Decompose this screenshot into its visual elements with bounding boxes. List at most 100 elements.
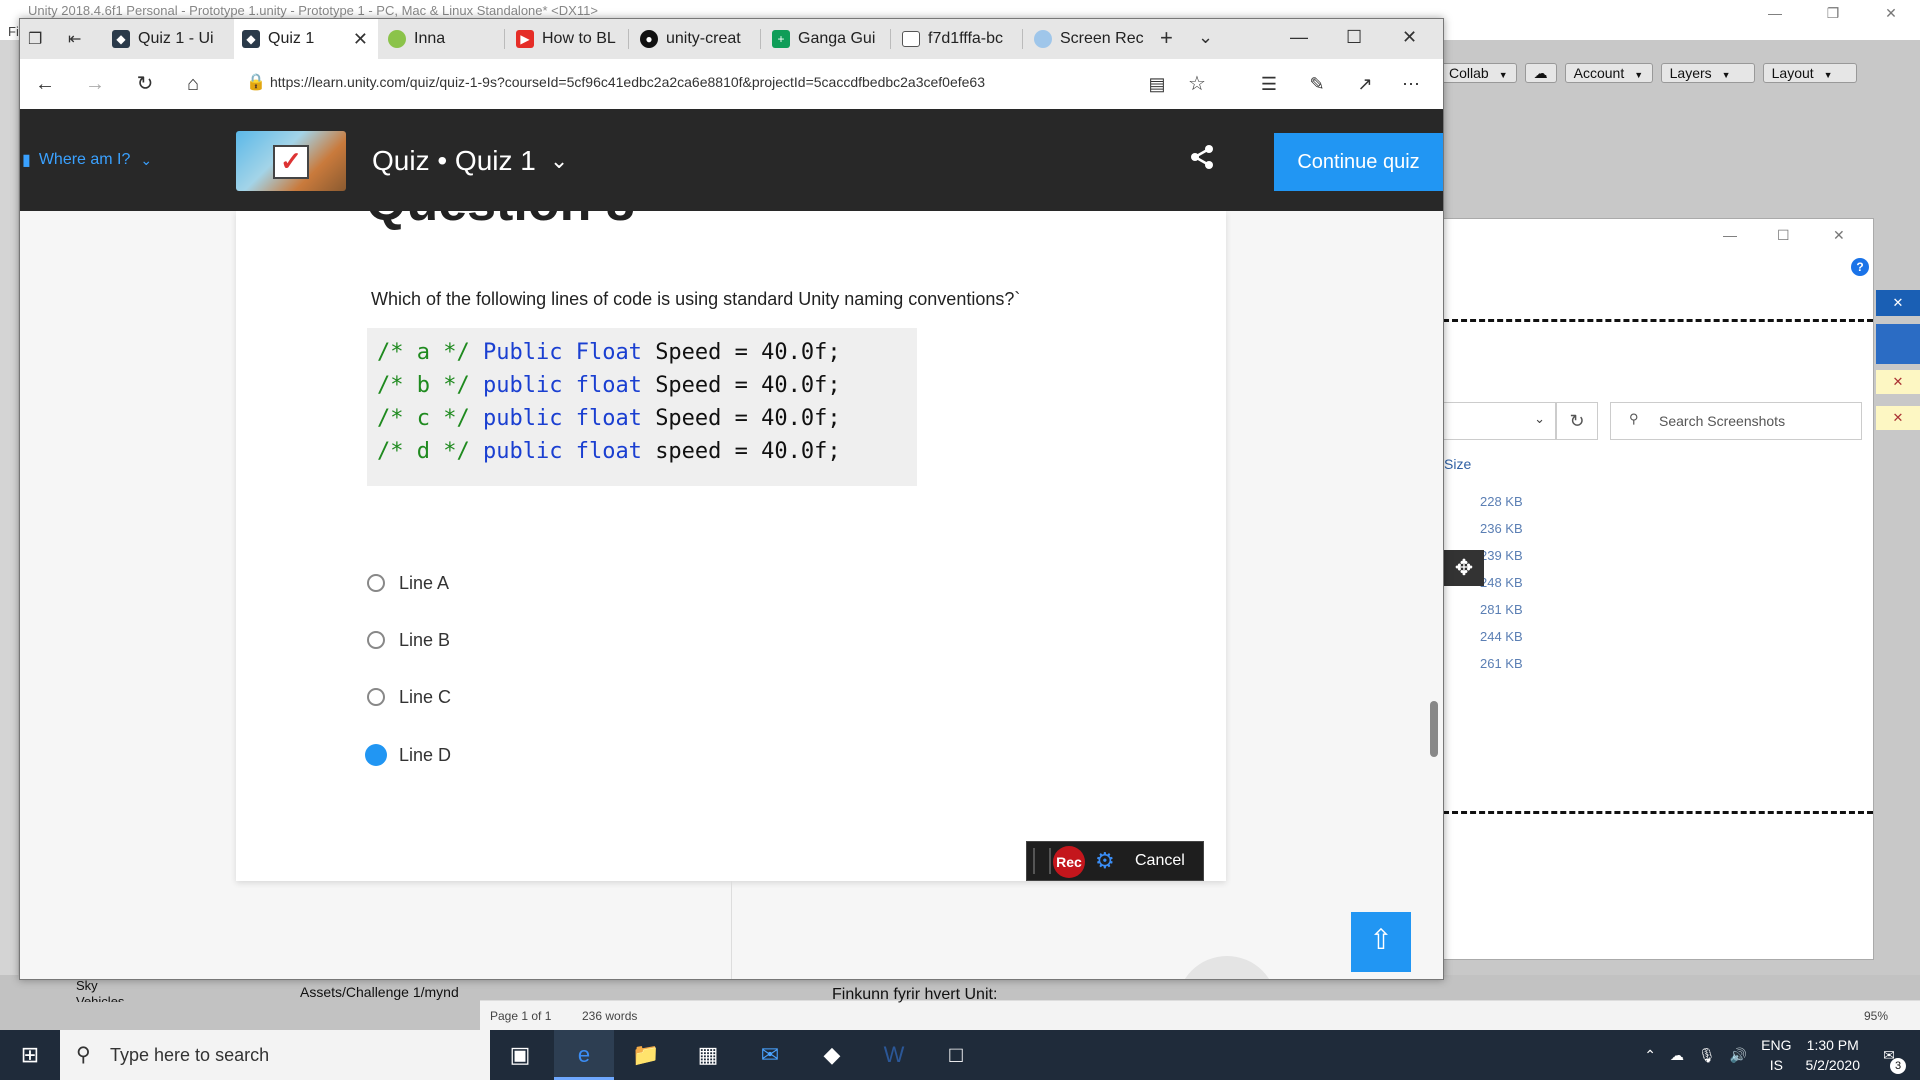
dismiss-icon[interactable]: ✕ (1876, 406, 1920, 430)
github-icon: ● (640, 29, 658, 48)
minimize-button[interactable]: — (1290, 27, 1308, 48)
pen-icon[interactable]: ✎ (1304, 71, 1330, 97)
scroll-to-top-button[interactable]: ⇧ (1351, 912, 1411, 972)
word-zoom[interactable]: 95% (1864, 1009, 1888, 1023)
upload-arrow-icon: ⇧ (1369, 924, 1393, 955)
option-line-a[interactable]: Line A (367, 568, 449, 598)
refresh-button[interactable]: ↻ (1556, 402, 1598, 440)
pencil-fab[interactable] (1177, 956, 1277, 979)
option-line-c[interactable]: Line C (367, 682, 451, 712)
snip-icon[interactable]: □ (926, 1030, 986, 1080)
tab-f7d1fffa[interactable]: f7d1fffa-bc (902, 19, 1016, 59)
set-tabs-aside-icon[interactable]: ⇤ (68, 29, 81, 49)
layout-button[interactable]: Layout ▼ (1762, 63, 1857, 83)
option-line-d[interactable]: Line D (365, 740, 451, 770)
site-header: ▮ Where am I? ⌄ ✓ Quiz • Quiz 1 ⌄ Contin… (20, 109, 1443, 211)
tab-ganga-gui[interactable]: + Ganga Gui (772, 19, 884, 59)
microphone-icon[interactable]: 🎙 (1698, 1047, 1716, 1064)
unity-icon[interactable]: ◆ (802, 1030, 862, 1080)
refresh-icon[interactable]: ↻ (132, 71, 158, 97)
maximize-button[interactable]: ☐ (1346, 27, 1362, 48)
file-size: 236 KB (1480, 521, 1523, 536)
collab-button[interactable]: Collab ▼ (1440, 63, 1517, 83)
onedrive-icon[interactable]: ☁ (1670, 1047, 1684, 1064)
tab-how-to-bl[interactable]: ▶ How to BL (516, 19, 622, 59)
favorites-list-icon[interactable]: ☰ (1256, 71, 1282, 97)
reading-view-icon[interactable]: ▤ (1144, 71, 1170, 97)
tab-quiz-1-active[interactable]: ◆ Quiz 1 ✕ (234, 19, 378, 59)
where-am-i-button[interactable]: ▮ Where am I? ⌄ (20, 109, 152, 211)
share-icon[interactable]: ↗ (1352, 71, 1378, 97)
option-label: Line C (399, 686, 452, 707)
drag-handle[interactable] (1033, 848, 1051, 874)
back-arrow-icon[interactable]: ← (32, 71, 58, 97)
page-scrollbar-thumb[interactable] (1430, 701, 1438, 757)
volume-icon[interactable]: 🔊 (1730, 1047, 1747, 1064)
explorer-minimize-button[interactable]: — (1723, 227, 1737, 243)
home-icon[interactable]: ⌂ (180, 71, 206, 97)
tab-label: How to BL (542, 30, 616, 47)
taskbar-search-input[interactable]: ⚲ Type here to search (60, 1030, 490, 1080)
tab-quiz-1-ui[interactable]: ◆ Quiz 1 - Ui (112, 19, 228, 59)
file-explorer-icon[interactable]: 📁 (616, 1030, 676, 1080)
radio-button-selected[interactable] (365, 744, 387, 766)
cancel-recording-button[interactable]: Cancel (1135, 852, 1185, 870)
windows-start-icon[interactable]: ⊞ (0, 1030, 60, 1080)
share-icon[interactable] (1188, 143, 1216, 171)
close-panel-button[interactable]: ✕ (1876, 290, 1920, 316)
caret-down-icon: ▼ (1823, 70, 1833, 80)
radio-button[interactable] (367, 631, 385, 649)
radio-button[interactable] (367, 574, 385, 592)
explorer-search-input[interactable]: ⚲ Search Screenshots (1610, 402, 1862, 440)
tab-label: Quiz 1 - Ui (138, 30, 214, 47)
edge-icon[interactable]: e (554, 1030, 614, 1080)
tab-preview-chevron-icon[interactable]: ⌄ (1198, 27, 1213, 48)
size-column-header[interactable]: Size (1444, 456, 1471, 472)
radio-button[interactable] (367, 688, 385, 706)
continue-quiz-button[interactable]: Continue quiz (1274, 133, 1443, 191)
word-count[interactable]: 236 words (582, 1009, 637, 1023)
explorer-search-placeholder: Search Screenshots (1659, 413, 1786, 429)
clock[interactable]: 1:30 PM 5/2/2020 (1806, 1035, 1861, 1075)
account-button[interactable]: Account ▼ (1564, 63, 1653, 83)
tray-chevron-up-icon[interactable]: ⌃ (1644, 1047, 1656, 1064)
layers-button[interactable]: Layers ▼ (1660, 63, 1755, 83)
close-window-button[interactable]: ✕ (1402, 27, 1417, 48)
dismiss-icon[interactable]: ✕ (1876, 370, 1920, 394)
tab-manager-icon[interactable]: ❐ (28, 29, 42, 49)
more-icon[interactable]: ⋯ (1398, 71, 1424, 97)
option-line-b[interactable]: Line B (367, 625, 450, 655)
explorer-maximize-button[interactable]: ☐ (1777, 227, 1790, 244)
tab-separator (760, 29, 761, 49)
gear-icon[interactable]: ⚙ (1095, 848, 1115, 874)
tab-label: Inna (414, 30, 446, 47)
tab-unity-creat[interactable]: ● unity-creat (640, 19, 754, 59)
task-view-icon[interactable]: ▣ (490, 1030, 550, 1080)
explorer-path-dropdown[interactable]: ⌄ (1442, 402, 1556, 440)
tab-inna[interactable]: Inna (388, 19, 498, 59)
hierarchy-item-sky[interactable]: Sky (76, 978, 98, 993)
file-size: 239 KB (1480, 548, 1523, 563)
url-input[interactable]: 🔒 https://learn.unity.com/quiz/quiz-1-9s… (240, 65, 1170, 101)
favorite-star-icon[interactable]: ☆ (1184, 71, 1210, 97)
close-tab-icon[interactable]: ✕ (353, 19, 368, 59)
help-icon[interactable]: ? (1851, 258, 1869, 276)
store-icon[interactable]: ▦ (678, 1030, 738, 1080)
circle-icon (388, 29, 406, 48)
hierarchy-item-vehicles[interactable]: Vehicles (76, 994, 124, 1002)
word-icon[interactable]: W (864, 1030, 924, 1080)
notification-center-icon[interactable]: ✉ 3 (1874, 1047, 1906, 1074)
region-code: IS (1769, 1057, 1783, 1073)
quiz-title-dropdown[interactable]: Quiz • Quiz 1 ⌄ (372, 145, 568, 177)
clock-time: 1:30 PM (1806, 1037, 1859, 1053)
record-button[interactable]: Rec (1053, 846, 1085, 878)
mail-icon[interactable]: ✉ (740, 1030, 800, 1080)
explorer-close-button[interactable]: ✕ (1833, 227, 1845, 244)
forward-arrow-icon[interactable]: → (82, 71, 108, 97)
unity-menu-file[interactable]: Fi (8, 24, 19, 39)
cloud-button[interactable]: ☁ (1524, 63, 1557, 83)
option-label: Line B (399, 629, 451, 650)
tab-screen-rec[interactable]: Screen Rec (1034, 19, 1148, 59)
language-indicator[interactable]: ENG IS (1761, 1035, 1791, 1075)
new-tab-icon[interactable]: + (1160, 25, 1173, 51)
